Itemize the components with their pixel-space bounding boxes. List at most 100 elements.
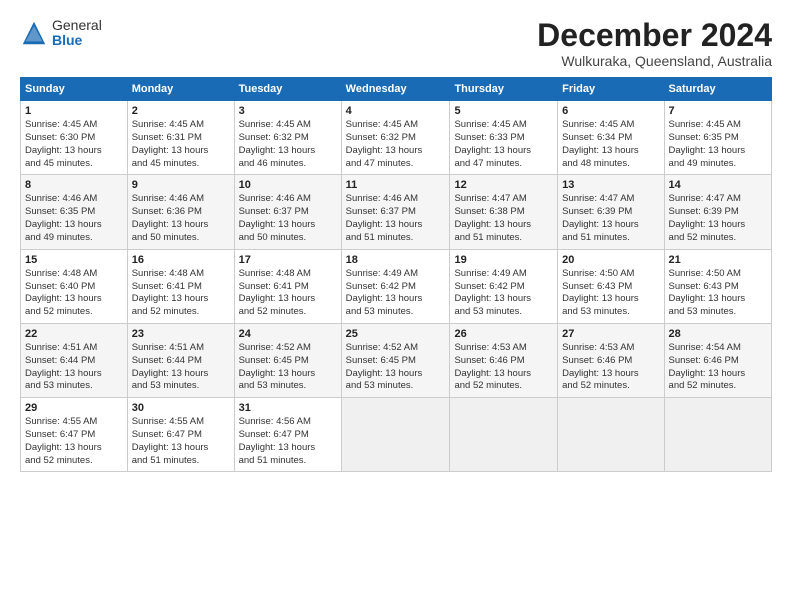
calendar-cell: 21 Sunrise: 4:50 AM Sunset: 6:43 PM Dayli… [664,249,771,323]
calendar-cell: 30 Sunrise: 4:55 AM Sunset: 6:47 PM Dayli… [127,398,234,472]
calendar-day-header: Wednesday [341,78,450,101]
calendar-cell: 13 Sunrise: 4:47 AM Sunset: 6:39 PM Dayli… [558,175,664,249]
day-number: 22 [25,328,123,340]
day-number: 19 [454,254,553,266]
day-number: 12 [454,179,553,191]
calendar-cell: 27Sunrise: 4:53 AM Sunset: 6:46 PM Dayli… [558,323,664,397]
calendar-week-row: 15 Sunrise: 4:48 AM Sunset: 6:40 PM Dayli… [21,249,772,323]
day-number: 25 [346,328,446,340]
location: Wulkuraka, Queensland, Australia [537,53,772,69]
day-number: 17 [239,254,337,266]
calendar-cell [341,398,450,472]
day-info: Sunrise: 4:47 AM Sunset: 6:38 PM Dayligh… [454,193,553,244]
day-info: Sunrise: 4:48 AM Sunset: 6:40 PM Dayligh… [25,268,123,319]
page: General Blue December 2024 Wulkuraka, Qu… [0,0,792,482]
day-info: Sunrise: 4:49 AM Sunset: 6:42 PM Dayligh… [346,268,446,319]
day-number: 14 [669,179,767,191]
day-info: Sunrise: 4:56 AM Sunset: 6:47 PM Dayligh… [239,416,337,467]
calendar-cell: 14 Sunrise: 4:47 AM Sunset: 6:39 PM Dayli… [664,175,771,249]
day-number: 15 [25,254,123,266]
calendar-cell: 6 Sunrise: 4:45 AM Sunset: 6:34 PM Daylig… [558,101,664,175]
calendar-week-row: 29 Sunrise: 4:55 AM Sunset: 6:47 PM Dayli… [21,398,772,472]
calendar: SundayMondayTuesdayWednesdayThursdayFrid… [20,77,772,472]
day-info: Sunrise: 4:45 AM Sunset: 6:30 PM Dayligh… [25,119,123,170]
calendar-cell: 12 Sunrise: 4:47 AM Sunset: 6:38 PM Dayli… [450,175,558,249]
day-info: Sunrise: 4:52 AM Sunset: 6:45 PM Dayligh… [239,342,337,393]
calendar-cell [558,398,664,472]
day-info: Sunrise: 4:54 AM Sunset: 6:46 PM Dayligh… [669,342,767,393]
calendar-cell: 4Sunrise: 4:45 AM Sunset: 6:32 PM Daylig… [341,101,450,175]
calendar-day-header: Monday [127,78,234,101]
calendar-cell: 24 Sunrise: 4:52 AM Sunset: 6:45 PM Dayli… [234,323,341,397]
day-number: 3 [239,105,337,117]
day-info: Sunrise: 4:48 AM Sunset: 6:41 PM Dayligh… [239,268,337,319]
day-info: Sunrise: 4:47 AM Sunset: 6:39 PM Dayligh… [669,193,767,244]
day-info: Sunrise: 4:55 AM Sunset: 6:47 PM Dayligh… [132,416,230,467]
calendar-cell: 31 Sunrise: 4:56 AM Sunset: 6:47 PM Dayli… [234,398,341,472]
calendar-cell: 23Sunrise: 4:51 AM Sunset: 6:44 PM Dayli… [127,323,234,397]
day-info: Sunrise: 4:45 AM Sunset: 6:33 PM Dayligh… [454,119,553,170]
day-number: 31 [239,402,337,414]
day-number: 1 [25,105,123,117]
calendar-cell: 7Sunrise: 4:45 AM Sunset: 6:35 PM Daylig… [664,101,771,175]
calendar-cell [450,398,558,472]
logo-blue: Blue [52,33,102,48]
day-number: 20 [562,254,659,266]
day-number: 6 [562,105,659,117]
calendar-cell: 15 Sunrise: 4:48 AM Sunset: 6:40 PM Dayli… [21,249,128,323]
calendar-cell: 18Sunrise: 4:49 AM Sunset: 6:42 PM Dayli… [341,249,450,323]
calendar-cell: 1 Sunrise: 4:45 AM Sunset: 6:30 PM Daylig… [21,101,128,175]
day-info: Sunrise: 4:45 AM Sunset: 6:34 PM Dayligh… [562,119,659,170]
calendar-cell: 28 Sunrise: 4:54 AM Sunset: 6:46 PM Dayli… [664,323,771,397]
calendar-week-row: 1 Sunrise: 4:45 AM Sunset: 6:30 PM Daylig… [21,101,772,175]
day-number: 30 [132,402,230,414]
day-number: 23 [132,328,230,340]
day-number: 16 [132,254,230,266]
day-info: Sunrise: 4:50 AM Sunset: 6:43 PM Dayligh… [669,268,767,319]
calendar-cell: 8 Sunrise: 4:46 AM Sunset: 6:35 PM Daylig… [21,175,128,249]
calendar-cell [664,398,771,472]
calendar-day-header: Friday [558,78,664,101]
day-info: Sunrise: 4:47 AM Sunset: 6:39 PM Dayligh… [562,193,659,244]
day-number: 9 [132,179,230,191]
day-info: Sunrise: 4:53 AM Sunset: 6:46 PM Dayligh… [454,342,553,393]
calendar-day-header: Thursday [450,78,558,101]
title-area: December 2024 Wulkuraka, Queensland, Aus… [537,18,772,69]
logo-general: General [52,18,102,33]
logo-text: General Blue [52,18,102,49]
day-info: Sunrise: 4:51 AM Sunset: 6:44 PM Dayligh… [25,342,123,393]
logo: General Blue [20,18,102,49]
calendar-cell: 25 Sunrise: 4:52 AM Sunset: 6:45 PM Dayli… [341,323,450,397]
day-number: 11 [346,179,446,191]
calendar-cell: 5Sunrise: 4:45 AM Sunset: 6:33 PM Daylig… [450,101,558,175]
calendar-week-row: 22 Sunrise: 4:51 AM Sunset: 6:44 PM Dayli… [21,323,772,397]
day-info: Sunrise: 4:46 AM Sunset: 6:35 PM Dayligh… [25,193,123,244]
calendar-cell: 29 Sunrise: 4:55 AM Sunset: 6:47 PM Dayli… [21,398,128,472]
day-info: Sunrise: 4:53 AM Sunset: 6:46 PM Dayligh… [562,342,659,393]
calendar-cell: 20 Sunrise: 4:50 AM Sunset: 6:43 PM Dayli… [558,249,664,323]
day-info: Sunrise: 4:48 AM Sunset: 6:41 PM Dayligh… [132,268,230,319]
day-info: Sunrise: 4:55 AM Sunset: 6:47 PM Dayligh… [25,416,123,467]
day-number: 28 [669,328,767,340]
calendar-week-row: 8 Sunrise: 4:46 AM Sunset: 6:35 PM Daylig… [21,175,772,249]
calendar-cell: 26 Sunrise: 4:53 AM Sunset: 6:46 PM Dayli… [450,323,558,397]
calendar-day-header: Tuesday [234,78,341,101]
day-number: 2 [132,105,230,117]
calendar-day-header: Saturday [664,78,771,101]
day-number: 24 [239,328,337,340]
calendar-day-header: Sunday [21,78,128,101]
day-info: Sunrise: 4:50 AM Sunset: 6:43 PM Dayligh… [562,268,659,319]
day-number: 8 [25,179,123,191]
day-number: 29 [25,402,123,414]
calendar-cell: 22 Sunrise: 4:51 AM Sunset: 6:44 PM Dayli… [21,323,128,397]
header: General Blue December 2024 Wulkuraka, Qu… [20,18,772,69]
day-number: 4 [346,105,446,117]
day-info: Sunrise: 4:45 AM Sunset: 6:32 PM Dayligh… [239,119,337,170]
day-info: Sunrise: 4:46 AM Sunset: 6:37 PM Dayligh… [346,193,446,244]
day-number: 13 [562,179,659,191]
day-info: Sunrise: 4:52 AM Sunset: 6:45 PM Dayligh… [346,342,446,393]
day-number: 21 [669,254,767,266]
month-title: December 2024 [537,18,772,53]
day-number: 26 [454,328,553,340]
day-info: Sunrise: 4:45 AM Sunset: 6:31 PM Dayligh… [132,119,230,170]
